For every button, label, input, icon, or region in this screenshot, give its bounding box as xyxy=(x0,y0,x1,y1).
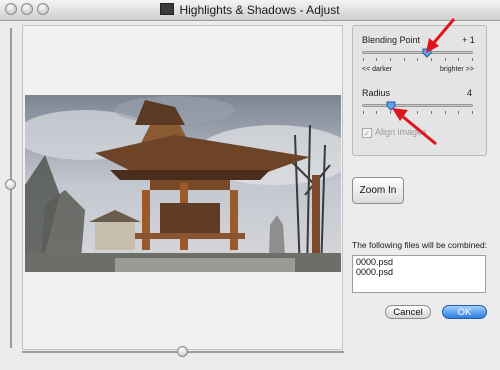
window-title-text: Highlights & Shadows - Adjust xyxy=(179,3,340,17)
horizontal-scroll-knob[interactable] xyxy=(177,346,188,357)
radius-value: 4 xyxy=(467,88,473,98)
darker-caption: << darker xyxy=(362,66,392,73)
list-item[interactable]: 0000.psd xyxy=(356,267,482,277)
blending-point-value: + 1 xyxy=(462,35,475,45)
align-images-checkbox[interactable]: ✓ xyxy=(362,128,372,138)
annotation-arrow-blending xyxy=(426,18,456,53)
radius-label: Radius xyxy=(362,88,391,98)
cancel-button[interactable]: Cancel xyxy=(385,305,431,319)
list-item[interactable]: 0000.psd xyxy=(356,257,482,267)
photo-icon xyxy=(160,3,175,15)
brighter-caption: brighter >> xyxy=(440,66,474,73)
zoom-in-button[interactable]: Zoom In xyxy=(352,177,404,204)
adjust-window: Highlights & Shadows - Adjust Blending P… xyxy=(0,0,500,370)
preview-image xyxy=(25,95,341,272)
file-list[interactable]: 0000.psd 0000.psd xyxy=(352,255,486,293)
ok-button[interactable]: OK xyxy=(442,305,487,319)
files-label: The following files will be combined: xyxy=(352,240,488,250)
blending-point-label: Blending Point xyxy=(362,35,421,45)
vertical-scroll-knob[interactable] xyxy=(5,179,16,190)
annotation-arrow-radius xyxy=(392,108,437,146)
